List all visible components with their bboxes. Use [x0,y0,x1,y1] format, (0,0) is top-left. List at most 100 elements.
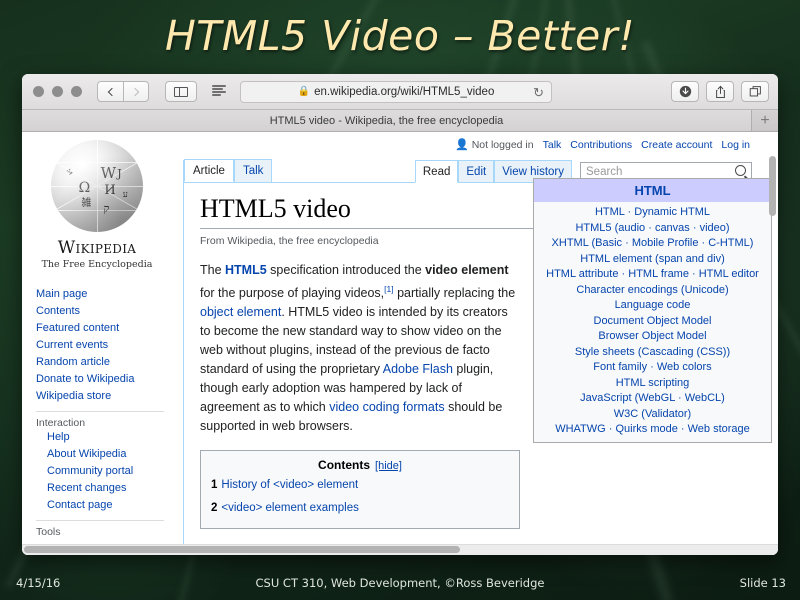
toolbar-right-buttons [671,81,769,102]
table-of-contents: Contents [hide] 1 History of <video> eleme… [200,450,520,530]
toc-hide-link[interactable]: [hide] [375,460,402,472]
sidebar-item-community-portal[interactable]: Community portal [47,463,172,480]
toc-item[interactable]: 2 <video> element examples [211,499,509,518]
toc-item-label[interactable]: <video> element examples [221,502,358,514]
sidebar-item-recent-changes[interactable]: Recent changes [47,480,172,497]
wikipedia-logo[interactable]: W Ω И 雑 Ј ק צ ע Wikipedia The Free Encyc… [22,132,172,270]
navbox-row[interactable]: HTML5 (audio · canvas · video) [538,221,767,237]
navbox-row[interactable]: XHTML (Basic · Mobile Profile · C-HTML) [538,236,767,252]
lock-icon: 🔒 [297,86,311,97]
sidebar-icon [174,86,188,97]
sidebar-heading-tools: Tools [36,520,164,538]
sidebar-item-contents[interactable]: Contents [36,303,172,320]
html-navbox: HTML HTML · Dynamic HTML HTML5 (audio · … [533,178,772,443]
browser-tab-bar: HTML5 video - Wikipedia, the free encycl… [22,110,778,132]
vertical-scrollbar[interactable] [769,156,776,216]
sidebar-item-contact-page[interactable]: Contact page [47,497,172,514]
toc-item-number: 2 [211,502,218,515]
address-bar[interactable]: 🔒 en.wikipedia.org/wiki/HTML5_video ↻ [240,80,552,103]
reload-icon[interactable]: ↻ [533,85,544,100]
tabs-overview-icon [749,86,761,97]
sidebar-item-help[interactable]: Help [47,429,172,446]
sidebar-item-main-page[interactable]: Main page [36,286,172,303]
wikipedia-wordmark: Wikipedia [57,238,137,258]
navbox-row[interactable]: HTML element (span and div) [538,252,767,268]
personal-link-create-account[interactable]: Create account [641,139,712,151]
safari-browser-window: 🔒 en.wikipedia.org/wiki/HTML5_video ↻ HT… [22,74,778,555]
toc-heading: Contents [hide] [211,458,509,472]
slide-footer: 4/15/16 CSU CT 310, Web Development, ©Ro… [0,566,800,600]
share-button[interactable] [706,81,734,102]
link-object-element[interactable]: object element [200,305,281,319]
navigation-buttons [97,81,149,102]
reader-view-icon[interactable] [212,85,226,96]
browser-toolbar: 🔒 en.wikipedia.org/wiki/HTML5_video ↻ [22,74,778,110]
link-video-coding-formats[interactable]: video coding formats [329,400,444,414]
wikipedia-tagline: The Free Encyclopedia [41,259,153,270]
close-window-button[interactable] [33,86,44,97]
para-text: for the purpose of playing videos, [200,286,385,301]
wikipedia-content: Article Talk Read Edit View history Sear… [183,159,772,555]
toc-item[interactable]: 1 History of <video> element [211,476,509,495]
navbox-body: HTML · Dynamic HTML HTML5 (audio · canva… [534,202,771,442]
browser-tab[interactable]: HTML5 video - Wikipedia, the free encycl… [22,110,752,131]
navbox-row[interactable]: HTML attribute · HTML frame · HTML edito… [538,267,767,283]
navbox-title[interactable]: HTML [534,179,771,202]
reference-link-1[interactable]: [1] [384,284,393,294]
toc-item-number: 1 [211,479,218,492]
slide: HTML5 Video – Better! 🔒 en.wikipedia.org… [0,0,800,600]
sidebar-item-random-article[interactable]: Random article [36,354,172,371]
sidebar-item-current-events[interactable]: Current events [36,337,172,354]
minimize-window-button[interactable] [52,86,63,97]
personal-link-contributions[interactable]: Contributions [570,139,632,151]
navbox-row[interactable]: W3C (Validator) [538,407,767,423]
navbox-row[interactable]: WHATWG · Quirks mode · Web storage [538,422,767,438]
article-body: HTML5 video From Wikipedia, the free enc… [184,160,772,530]
para-text: specification introduced the [266,263,426,277]
horizontal-scrollbar[interactable] [24,546,460,553]
downloads-button[interactable] [671,81,699,102]
show-sidebar-button[interactable] [165,81,197,102]
navbox-row[interactable]: Style sheets (Cascading (CSS)) [538,345,767,361]
show-all-tabs-button[interactable] [741,81,769,102]
navbox-row[interactable]: Browser Object Model [538,329,767,345]
wikipedia-globe-icon: W Ω И 雑 Ј ק צ ע [51,140,143,232]
person-icon: 👤 [455,139,469,151]
navbox-row[interactable]: JavaScript (WebGL · WebCL) [538,391,767,407]
navbox-row[interactable]: HTML · Dynamic HTML [538,205,767,221]
wikipedia-personal-bar: 👤 Not logged in Talk Contributions Creat… [455,138,750,152]
back-button[interactable] [97,81,123,102]
sidebar-item-wikipedia-store[interactable]: Wikipedia store [36,388,172,405]
lead-paragraph: The HTML5 specification introduced the v… [200,261,520,436]
sidebar-item-about-wikipedia[interactable]: About Wikipedia [47,446,172,463]
toc-item-label[interactable]: History of <video> element [221,479,358,491]
bold-video-element: video element [425,263,509,277]
sidebar-item-featured-content[interactable]: Featured content [36,320,172,337]
zoom-window-button[interactable] [71,86,82,97]
navbox-row[interactable]: Document Object Model [538,314,767,330]
toc-heading-label: Contents [318,458,371,473]
forward-button[interactable] [123,81,149,102]
navbox-row[interactable]: Character encodings (Unicode) [538,283,767,299]
personal-link-log-in[interactable]: Log in [721,139,750,151]
sidebar-heading-interaction: Interaction [36,411,164,429]
footer-course-info: CSU CT 310, Web Development, ©Ross Bever… [255,576,545,590]
footer-slide-number: Slide 13 [739,576,786,590]
personal-link-talk[interactable]: Talk [543,139,562,151]
window-traffic-lights [33,86,82,97]
navbox-row[interactable]: Font family · Web colors [538,360,767,376]
navbox-row[interactable]: HTML scripting [538,376,767,392]
sidebar-navigation: Main page Contents Featured content Curr… [22,286,172,538]
para-text: partially replacing the [393,286,516,301]
wikipedia-sidebar: W Ω И 雑 Ј ק צ ע Wikipedia The Free Encyc… [22,132,172,538]
navbox-row[interactable]: Language code [538,298,767,314]
not-logged-in-status: 👤 Not logged in [455,138,534,152]
sidebar-interaction-list: Help About Wikipedia Community portal Re… [36,429,172,514]
sidebar-item-donate[interactable]: Donate to Wikipedia [36,371,172,388]
link-html5[interactable]: HTML5 [225,263,267,277]
share-icon [715,85,725,98]
link-adobe-flash[interactable]: Adobe Flash [383,362,453,376]
slide-title: HTML5 Video – Better! [164,12,636,60]
new-tab-button[interactable]: + [752,110,778,131]
page-viewport: 👤 Not logged in Talk Contributions Creat… [22,132,778,555]
